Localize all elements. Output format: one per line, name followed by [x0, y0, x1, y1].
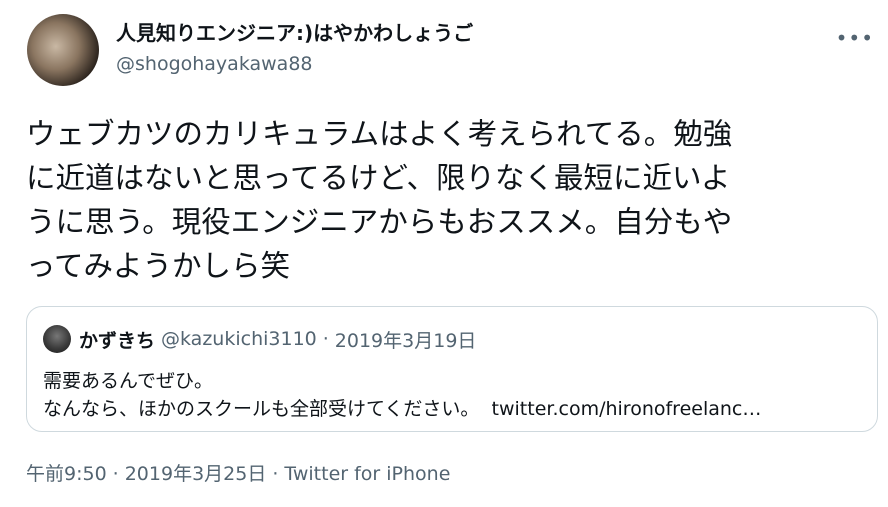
tweet-time[interactable]: 午前9:50: [26, 463, 107, 485]
quoted-link[interactable]: twitter.com/hironofreelanc…: [492, 398, 762, 420]
more-icon[interactable]: •••: [836, 26, 874, 50]
meta-separator-2: ·: [272, 463, 279, 485]
quoted-date: 2019年3月19日: [334, 329, 477, 352]
tweet-date[interactable]: 2019年3月25日: [125, 463, 267, 485]
tweet-meta: 午前9:50 · 2019年3月25日 · Twitter for iPhone: [26, 459, 450, 486]
quoted-line-1: 需要あるんでぜひ。: [43, 370, 214, 392]
quoted-tweet-header: かずきち @kazukichi3110 · 2019年3月19日: [43, 325, 476, 353]
quoted-handle: @kazukichi3110: [161, 328, 317, 350]
quoted-tweet[interactable]: かずきち @kazukichi3110 · 2019年3月19日 需要あるんでぜ…: [26, 306, 878, 432]
tweet-card: 人見知りエンジニア:)はやかわしょうご @shogohayakawa88 •••…: [0, 0, 888, 507]
user-handle[interactable]: @shogohayakawa88: [116, 52, 473, 76]
display-name[interactable]: 人見知りエンジニア:)はやかわしょうご: [116, 20, 473, 46]
tweet-text: ウェブカツのカリキュラムはよく考えられてる。勉強 に近道はないと思ってるけど、限…: [26, 117, 733, 283]
meta-separator: ·: [112, 463, 119, 485]
quoted-display-name: かずきち: [79, 329, 156, 352]
avatar[interactable]: [27, 14, 99, 86]
quoted-tweet-text: 需要あるんでぜひ。 なんなら、ほかのスクールも全部受けてください。 twitte…: [43, 367, 761, 423]
quoted-avatar: [43, 325, 71, 353]
quoted-separator: ·: [322, 328, 329, 350]
quoted-line-2: なんなら、ほかのスクールも全部受けてください。: [43, 398, 480, 420]
author-block: 人見知りエンジニア:)はやかわしょうご @shogohayakawa88: [116, 20, 473, 76]
tweet-source[interactable]: Twitter for iPhone: [284, 463, 450, 485]
